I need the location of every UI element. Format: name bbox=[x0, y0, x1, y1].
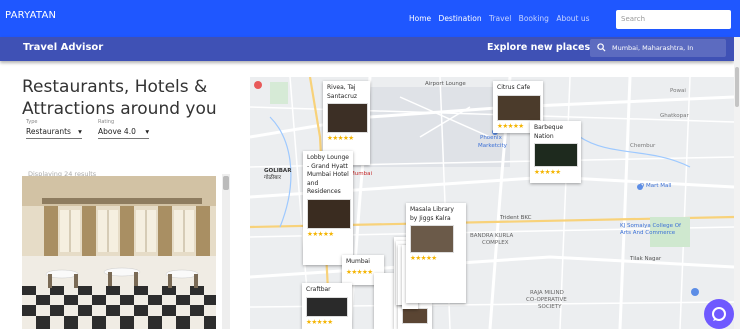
svg-text:D Mart Mall: D Mart Mall bbox=[640, 183, 672, 189]
map-card-photo bbox=[410, 225, 454, 253]
app-title: Travel Advisor bbox=[23, 42, 104, 53]
map-card-title: Barbeque Nation bbox=[534, 124, 564, 140]
top-search-placeholder: Search bbox=[621, 15, 646, 23]
svg-text:Phoenix: Phoenix bbox=[480, 135, 503, 141]
type-select[interactable]: Type Restaurants ▾ bbox=[26, 119, 82, 139]
map-label-golibar: GOLIBAR bbox=[264, 168, 292, 174]
svg-text:गोळीबार: गोळीबार bbox=[264, 174, 282, 181]
list-scrollbar-thumb[interactable] bbox=[223, 176, 229, 190]
search-icon bbox=[597, 43, 606, 54]
svg-text:KJ Somaiya College Of: KJ Somaiya College Of bbox=[620, 223, 682, 229]
rating-stars: ★★★★★ bbox=[327, 134, 354, 142]
explore-label: Explore new places bbox=[487, 42, 591, 53]
rating-stars: ★★★★★ bbox=[306, 317, 333, 326]
top-search-input[interactable]: Search bbox=[616, 10, 731, 29]
nav-home[interactable]: Home bbox=[409, 14, 431, 23]
rating-select-text: Above 4.0 bbox=[98, 127, 136, 136]
map-card-title: Lobby Lounge - Grand Hyatt Mumbai Hotel … bbox=[307, 154, 349, 195]
rating-select[interactable]: Rating Above 4.0 ▾ bbox=[98, 119, 150, 139]
map-card-masala-library[interactable]: Masala Library by Jiggs Kalra ★★★★★ bbox=[406, 203, 466, 303]
map-card-photo bbox=[534, 143, 578, 167]
rating-select-value: Above 4.0 ▾ bbox=[98, 125, 150, 139]
svg-text:RAJA MILIND: RAJA MILIND bbox=[530, 290, 564, 296]
app-header: Travel Advisor Explore new places Mumbai… bbox=[0, 37, 734, 61]
nav-booking[interactable]: Booking bbox=[519, 14, 549, 23]
svg-text:Chembur: Chembur bbox=[630, 143, 656, 149]
map-card-photo bbox=[327, 103, 368, 133]
chevron-down-icon: ▾ bbox=[138, 127, 150, 136]
svg-text:Mumbai: Mumbai bbox=[350, 171, 372, 177]
page-heading: Restaurants, Hotels & Attractions around… bbox=[22, 77, 217, 119]
nav-about-us[interactable]: About us bbox=[556, 14, 589, 23]
chat-button[interactable] bbox=[704, 299, 734, 329]
map-card-photo bbox=[306, 296, 348, 317]
svg-text:Tilak Nagar: Tilak Nagar bbox=[629, 256, 662, 262]
svg-text:Trident BKC: Trident BKC bbox=[499, 215, 532, 221]
nav-travel[interactable]: Travel bbox=[489, 14, 511, 23]
chevron-down-icon: ▾ bbox=[73, 127, 82, 136]
map-view[interactable]: Airport Lounge GOLIBAR गोळीबार Phoenix M… bbox=[250, 77, 734, 329]
map-card-title: Masala Library by Jiggs Kalra bbox=[410, 206, 454, 222]
svg-text:SOCIETY: SOCIETY bbox=[538, 304, 562, 310]
map-card-lobby-lounge[interactable]: Lobby Lounge - Grand Hyatt Mumbai Hotel … bbox=[303, 151, 353, 265]
type-select-value: Restaurants ▾ bbox=[26, 125, 82, 139]
location-search-input[interactable]: Mumbai, Maharashtra, In bbox=[590, 39, 726, 57]
type-select-text: Restaurants bbox=[26, 127, 71, 136]
map-card-craftbar[interactable]: Craftbar ★★★★★ bbox=[302, 283, 352, 329]
svg-text:BANDRA KURLA: BANDRA KURLA bbox=[470, 233, 513, 239]
rating-stars: ★★★★★ bbox=[410, 254, 437, 262]
map-card-title: Mumbai bbox=[346, 258, 370, 265]
svg-text:Marketcity: Marketcity bbox=[478, 143, 508, 149]
svg-text:CO-OPERATIVE: CO-OPERATIVE bbox=[526, 297, 567, 303]
map-card-barbeque-nation[interactable]: Barbeque Nation ★★★★★ bbox=[530, 121, 581, 183]
rating-stars: ★★★★★ bbox=[534, 168, 561, 176]
map-card-stack[interactable] bbox=[374, 273, 394, 329]
chat-icon bbox=[712, 307, 726, 321]
svg-text:COMPLEX: COMPLEX bbox=[482, 240, 509, 246]
top-nav-links: Home Destination Travel Booking About us bbox=[409, 14, 595, 23]
page-scrollbar[interactable] bbox=[734, 37, 740, 329]
map-card-title: Craftbar bbox=[306, 286, 331, 293]
map-label-airport: Airport Lounge bbox=[425, 81, 466, 87]
brand-logo[interactable]: PARYATAN bbox=[5, 10, 56, 21]
location-search-value: Mumbai, Maharashtra, In bbox=[612, 44, 694, 52]
page-scrollbar-thumb[interactable] bbox=[735, 67, 739, 107]
svg-text:Powai: Powai bbox=[670, 88, 686, 94]
top-navbar: PARYATAN Home Destination Travel Booking… bbox=[0, 0, 740, 37]
map-card-photo bbox=[402, 308, 428, 324]
svg-text:Ghatkopar: Ghatkopar bbox=[660, 113, 689, 119]
map-card-title: Citrus Cafe bbox=[497, 84, 531, 91]
svg-text:Arts And Commerce: Arts And Commerce bbox=[620, 230, 676, 236]
map-card-photo bbox=[497, 94, 541, 121]
place-card-image[interactable] bbox=[22, 176, 216, 329]
nav-destination[interactable]: Destination bbox=[439, 14, 482, 23]
map-card-photo bbox=[307, 198, 351, 229]
map-card-title: Rivea, Taj Santacruz bbox=[327, 84, 358, 100]
list-scrollbar[interactable] bbox=[222, 174, 230, 329]
rating-stars: ★★★★★ bbox=[307, 229, 334, 238]
